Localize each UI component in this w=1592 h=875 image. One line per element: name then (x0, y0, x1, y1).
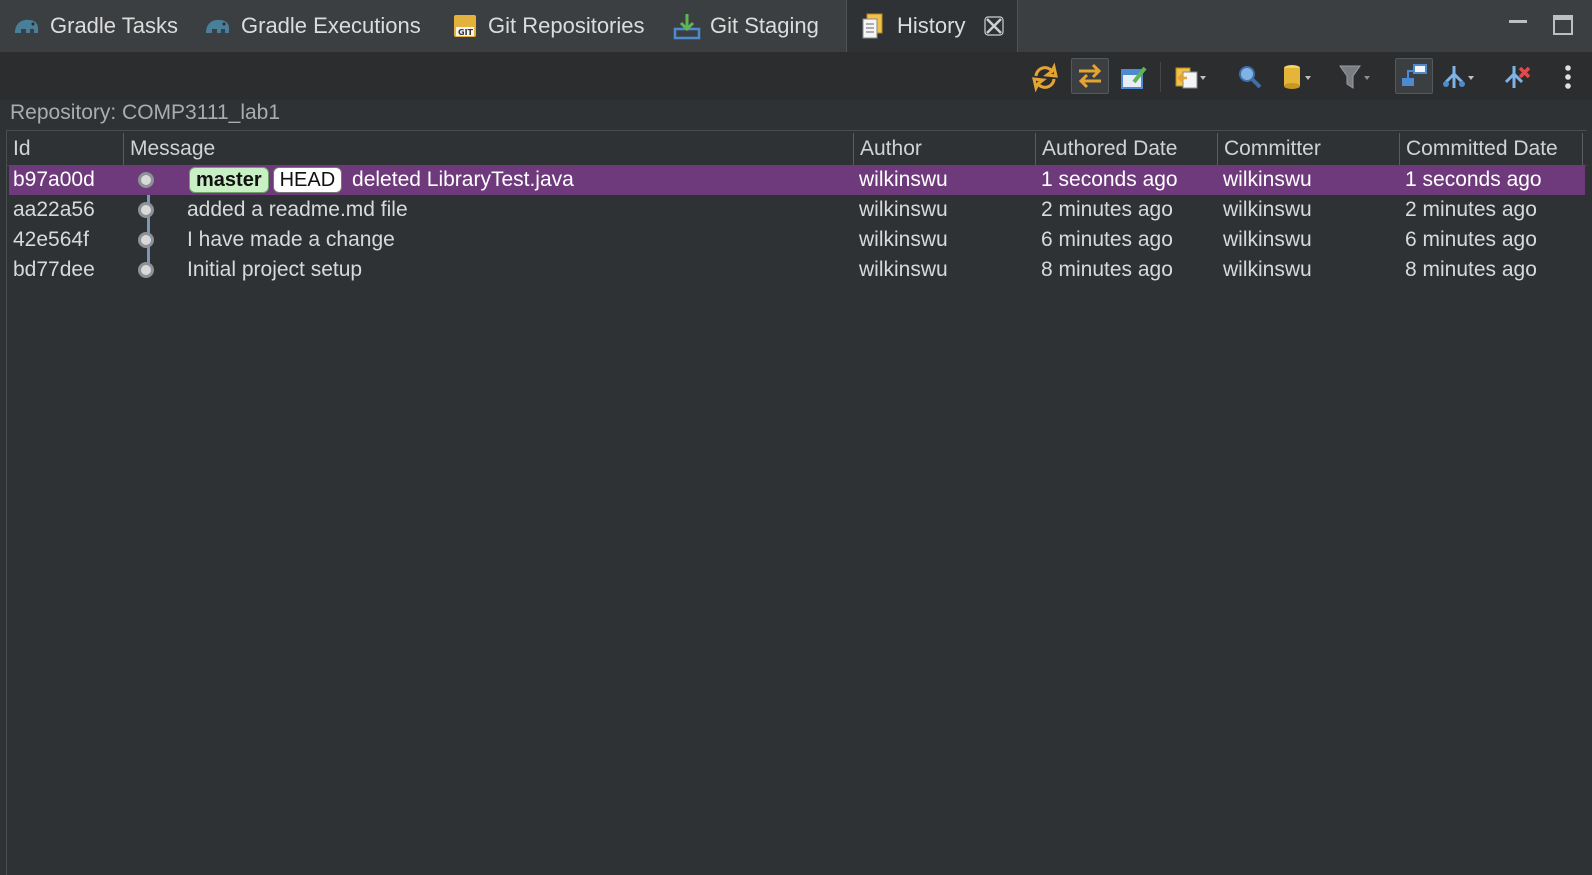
commit-node (138, 262, 154, 278)
commit-id: b97a00d (13, 168, 95, 191)
table-row[interactable]: aa22a56 added a readme.md file wilkinswu… (9, 195, 1585, 225)
maximize-icon[interactable] (1552, 14, 1574, 36)
commit-committed-date: 2 minutes ago (1405, 198, 1537, 221)
git-repositories-icon: GIT (454, 15, 476, 37)
commit-node (138, 202, 154, 218)
commit-message-cell: master HEAD deleted LibraryTest.java (189, 165, 574, 195)
link-with-selection-button[interactable] (1071, 58, 1109, 94)
tab-label: Git Repositories (488, 13, 645, 38)
tab-git-repositories[interactable]: GIT Git Repositories (450, 0, 645, 52)
commit-committer: wilkinswu (1223, 258, 1312, 281)
commit-node (138, 172, 154, 188)
branch-badge: master (189, 167, 269, 194)
tab-history[interactable]: History (846, 0, 1019, 52)
commit-committed-date: 6 minutes ago (1405, 228, 1537, 251)
table-row[interactable]: b97a00d master HEAD deleted LibraryTest.j… (9, 165, 1585, 195)
tab-gradle-executions[interactable]: Gradle Executions (203, 0, 421, 52)
history-icon (862, 13, 883, 39)
repository-cylinder-icon (1284, 65, 1311, 89)
commit-node (138, 232, 154, 248)
column-header-id[interactable]: Id (7, 133, 129, 165)
commit-message: deleted LibraryTest.java (352, 168, 574, 191)
first-parent-icon (1402, 64, 1427, 86)
history-toolbar (0, 52, 1592, 100)
close-icon[interactable] (983, 15, 1005, 37)
toolbar-separator (1160, 62, 1161, 92)
commit-message: Initial project setup (187, 258, 363, 281)
column-header-author[interactable]: Author (853, 133, 1034, 165)
commit-message: I have made a change (187, 228, 395, 251)
show-all-repository-button[interactable] (1279, 60, 1315, 94)
commit-id: aa22a56 (13, 198, 95, 221)
commit-author: wilkinswu (859, 168, 948, 191)
tab-git-staging[interactable]: Git Staging (672, 0, 819, 52)
gradle-elephant-icon (206, 19, 229, 33)
link-with-selection-icon (1078, 63, 1102, 89)
merge-button[interactable] (1441, 60, 1477, 94)
commit-id: bd77dee (13, 258, 95, 281)
find-button[interactable] (1232, 60, 1268, 94)
link-with-editor-button[interactable] (1116, 60, 1152, 94)
compare-mode-icon (1175, 67, 1206, 89)
commit-committer: wilkinswu (1223, 198, 1312, 221)
table-header: Id Message Author Authored Date Committe… (7, 133, 1587, 166)
column-header-message[interactable]: Message (123, 133, 842, 165)
commit-authored-date: 6 minutes ago (1041, 228, 1173, 251)
commit-author: wilkinswu (859, 198, 948, 221)
reset-branch-button[interactable] (1499, 60, 1535, 94)
tab-gradle-tasks[interactable]: Gradle Tasks (12, 0, 178, 52)
merge-icon (1443, 66, 1474, 88)
head-badge: HEAD (272, 167, 343, 194)
tab-label: Git Staging (710, 13, 819, 38)
commit-author: wilkinswu (859, 228, 948, 251)
minimize-icon[interactable] (1507, 12, 1529, 34)
git-staging-icon (673, 14, 701, 40)
svg-text:GIT: GIT (458, 28, 474, 37)
view-menu-button[interactable] (1550, 60, 1586, 94)
refresh-button[interactable] (1027, 60, 1063, 94)
tab-label: Gradle Executions (241, 13, 421, 38)
filter-button[interactable] (1336, 60, 1372, 94)
commit-committed-date: 1 seconds ago (1405, 168, 1542, 191)
commit-message: added a readme.md file (187, 198, 408, 221)
filter-icon (1339, 65, 1370, 89)
commit-committer: wilkinswu (1223, 228, 1312, 251)
commit-history-table: Id Message Author Authored Date Committe… (6, 130, 1587, 875)
show-first-parent-button[interactable] (1395, 58, 1433, 94)
more-vertical-icon (1565, 65, 1571, 89)
commit-authored-date: 1 seconds ago (1041, 168, 1178, 191)
column-header-authored-date[interactable]: Authored Date (1035, 133, 1216, 165)
repository-label: Repository: COMP3111_lab1 (10, 101, 281, 124)
column-header-committed-date[interactable]: Committed Date (1399, 133, 1583, 165)
reset-delete-icon (1504, 66, 1531, 88)
commit-author: wilkinswu (859, 258, 948, 281)
compare-mode-button[interactable] (1172, 60, 1208, 94)
commit-authored-date: 8 minutes ago (1041, 258, 1173, 281)
commit-id: 42e564f (13, 228, 89, 251)
commit-authored-date: 2 minutes ago (1041, 198, 1173, 221)
tab-label: History (897, 13, 966, 38)
column-header-committer[interactable]: Committer (1217, 133, 1398, 165)
search-icon (1239, 66, 1262, 89)
tab-label: Gradle Tasks (50, 13, 178, 38)
table-row[interactable]: bd77dee Initial project setup wilkinswu … (9, 255, 1585, 285)
link-with-editor-icon (1121, 66, 1147, 89)
commit-committed-date: 8 minutes ago (1405, 258, 1537, 281)
gradle-elephant-icon (15, 19, 38, 33)
view-tab-bar: Gradle Tasks Gradle Executions GIT Git R… (0, 0, 1592, 53)
table-row[interactable]: 42e564f I have made a change wilkinswu 6… (9, 225, 1585, 255)
refresh-icon (1032, 62, 1058, 92)
commit-committer: wilkinswu (1223, 168, 1312, 191)
